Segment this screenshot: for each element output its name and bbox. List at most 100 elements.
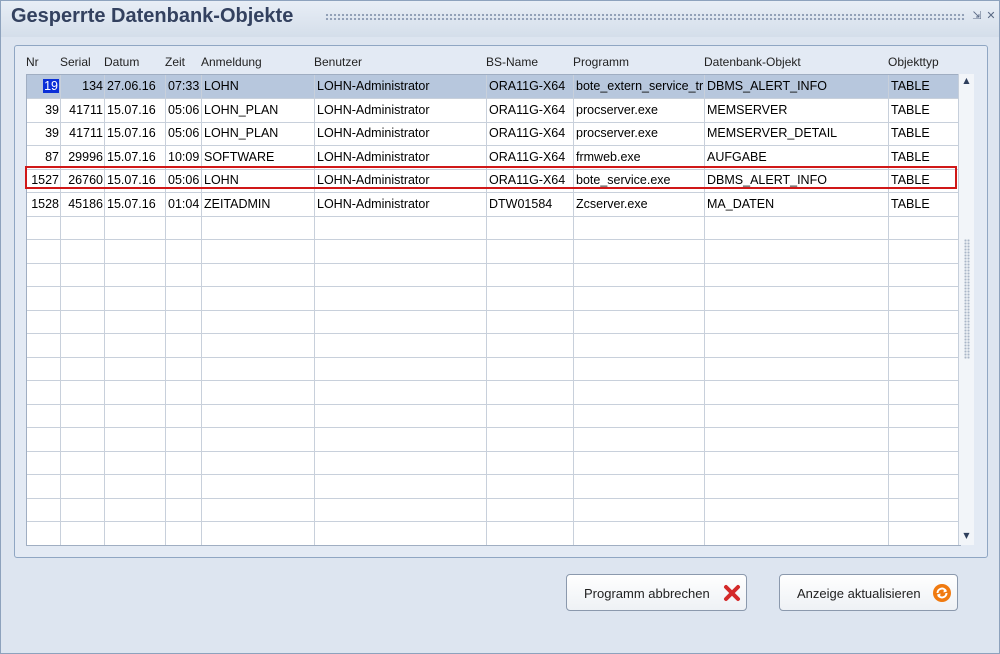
cell-anmeldung[interactable]: LOHN_PLAN xyxy=(202,122,315,145)
cell-datum[interactable] xyxy=(105,427,166,451)
cell-zeit[interactable]: 10:09 xyxy=(166,145,202,169)
cell-nr[interactable]: 39 xyxy=(27,122,61,145)
cell-serial[interactable] xyxy=(61,286,105,310)
cell-serial[interactable] xyxy=(61,404,105,427)
cell-typ[interactable] xyxy=(889,380,960,404)
cell-anmeldung[interactable] xyxy=(202,239,315,263)
cell-bsname[interactable] xyxy=(487,263,574,286)
cell-typ[interactable] xyxy=(889,404,960,427)
cell-typ[interactable] xyxy=(889,333,960,357)
cell-benutzer[interactable] xyxy=(315,521,487,545)
cell-zeit[interactable] xyxy=(166,474,202,498)
cell-programm[interactable]: Zcserver.exe xyxy=(574,192,705,216)
cell-bsname[interactable] xyxy=(487,427,574,451)
table-row[interactable] xyxy=(27,216,960,240)
cell-datum[interactable] xyxy=(105,333,166,357)
cell-datum[interactable]: 15.07.16 xyxy=(105,122,166,145)
refresh-view-button[interactable]: Anzeige aktualisieren xyxy=(779,574,958,611)
cell-datum[interactable] xyxy=(105,310,166,333)
cell-datum[interactable]: 15.07.16 xyxy=(105,145,166,169)
cell-programm[interactable] xyxy=(574,216,705,239)
cell-anmeldung[interactable] xyxy=(202,310,315,333)
cell-serial[interactable] xyxy=(61,521,105,545)
cell-anmeldung[interactable]: LOHN_PLAN xyxy=(202,98,315,122)
cell-nr[interactable] xyxy=(27,357,61,380)
cell-zeit[interactable] xyxy=(166,216,202,239)
cell-zeit[interactable] xyxy=(166,380,202,404)
cell-benutzer[interactable] xyxy=(315,333,487,357)
table-row[interactable] xyxy=(27,239,960,264)
cell-objekt[interactable] xyxy=(705,263,889,286)
table-row[interactable]: 19 134 27.06.16 07:33 LOHN LOHN-Administrator… xyxy=(27,75,960,99)
cell-benutzer[interactable] xyxy=(315,498,487,521)
cell-zeit[interactable] xyxy=(166,263,202,286)
cell-objekt[interactable] xyxy=(705,286,889,310)
cell-serial[interactable] xyxy=(61,498,105,521)
cell-serial[interactable]: 134 xyxy=(61,75,105,98)
cell-nr[interactable] xyxy=(27,286,61,310)
cell-benutzer[interactable] xyxy=(315,216,487,239)
cell-serial[interactable] xyxy=(61,333,105,357)
cell-programm[interactable] xyxy=(574,474,705,498)
cell-benutzer[interactable] xyxy=(315,357,487,380)
cell-bsname[interactable]: ORA11G-X64 xyxy=(487,122,574,145)
scroll-grip[interactable] xyxy=(964,239,970,359)
col-header-programm[interactable]: Programm xyxy=(573,55,629,69)
cell-datum[interactable] xyxy=(105,521,166,545)
cell-objekt[interactable]: DBMS_ALERT_INFO xyxy=(705,169,889,192)
cancel-program-button[interactable]: Programm abbrechen xyxy=(566,574,747,611)
cell-nr[interactable] xyxy=(27,310,61,333)
cell-nr[interactable]: 39 xyxy=(27,98,61,122)
cell-zeit[interactable]: 05:06 xyxy=(166,98,202,122)
cell-benutzer[interactable]: LOHN-Administrator xyxy=(315,169,487,192)
col-header-benutzer[interactable]: Benutzer xyxy=(314,55,362,69)
scroll-up-icon[interactable]: ▲ xyxy=(959,74,974,88)
cell-objekt[interactable] xyxy=(705,216,889,239)
cell-datum[interactable]: 15.07.16 xyxy=(105,192,166,216)
cell-typ[interactable] xyxy=(889,474,960,498)
cell-zeit[interactable]: 07:33 xyxy=(166,75,202,98)
selected-cell-value[interactable]: 19 xyxy=(43,79,59,93)
cell-bsname[interactable] xyxy=(487,380,574,404)
cell-zeit[interactable]: 05:06 xyxy=(166,122,202,145)
cell-serial[interactable]: 45186 xyxy=(61,192,105,216)
table-row[interactable] xyxy=(27,451,960,475)
cell-typ[interactable] xyxy=(889,451,960,474)
cell-datum[interactable] xyxy=(105,263,166,286)
cell-objekt[interactable] xyxy=(705,380,889,404)
cell-benutzer[interactable] xyxy=(315,380,487,404)
cell-programm[interactable]: frmweb.exe xyxy=(574,145,705,169)
cell-objekt[interactable] xyxy=(705,404,889,427)
cell-bsname[interactable] xyxy=(487,474,574,498)
title-bar[interactable]: Gesperrte Datenbank-Objekte ⇲ ✕ xyxy=(1,1,999,37)
cell-benutzer[interactable] xyxy=(315,474,487,498)
table-row[interactable]: 87 29996 15.07.16 10:09 SOFTWARE LOHN-Adminis… xyxy=(27,145,960,170)
cell-nr[interactable] xyxy=(27,498,61,521)
cell-programm[interactable] xyxy=(574,286,705,310)
cell-anmeldung[interactable] xyxy=(202,451,315,474)
cell-anmeldung[interactable] xyxy=(202,404,315,427)
cell-anmeldung[interactable] xyxy=(202,263,315,286)
cell-anmeldung[interactable]: LOHN xyxy=(202,75,315,98)
cell-nr[interactable] xyxy=(27,474,61,498)
cell-zeit[interactable]: 01:04 xyxy=(166,192,202,216)
cell-typ[interactable] xyxy=(889,521,960,545)
cell-objekt[interactable] xyxy=(705,239,889,263)
cell-benutzer[interactable]: LOHN-Administrator xyxy=(315,98,487,122)
cell-anmeldung[interactable] xyxy=(202,333,315,357)
cell-serial[interactable] xyxy=(61,474,105,498)
cell-typ[interactable]: TABLE xyxy=(889,169,960,192)
cell-datum[interactable] xyxy=(105,286,166,310)
cell-zeit[interactable] xyxy=(166,333,202,357)
col-header-nr[interactable]: Nr xyxy=(26,55,39,69)
cell-zeit[interactable] xyxy=(166,498,202,521)
cell-serial[interactable]: 29996 xyxy=(61,145,105,169)
cell-objekt[interactable] xyxy=(705,474,889,498)
cell-typ[interactable]: TABLE xyxy=(889,98,960,122)
cell-zeit[interactable] xyxy=(166,239,202,263)
cell-serial[interactable] xyxy=(61,357,105,380)
col-header-anmeldung[interactable]: Anmeldung xyxy=(201,55,262,69)
cell-typ[interactable] xyxy=(889,310,960,333)
cell-programm[interactable] xyxy=(574,263,705,286)
cell-anmeldung[interactable]: SOFTWARE xyxy=(202,145,315,169)
